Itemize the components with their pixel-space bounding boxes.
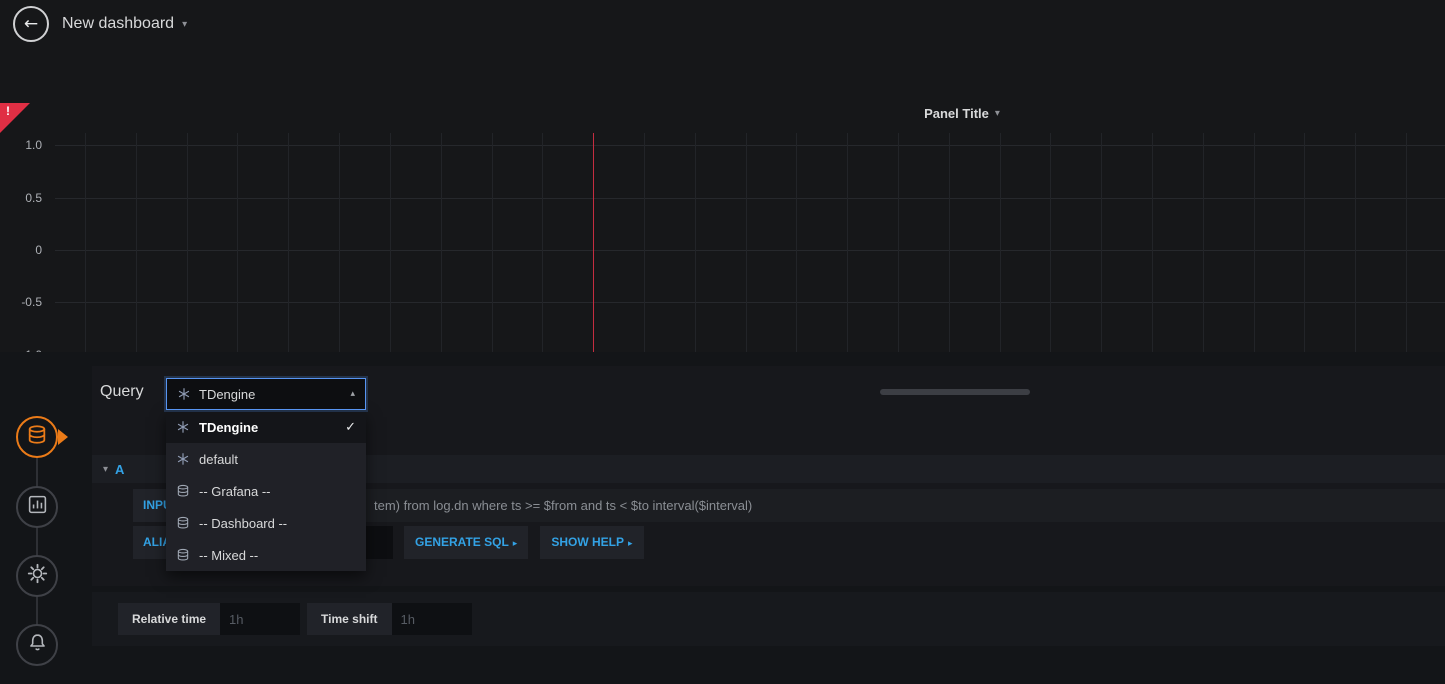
error-exclamation-icon: !: [6, 104, 10, 118]
arrow-left-icon: ←: [24, 14, 38, 34]
database-icon: [176, 548, 190, 562]
grid-line-y: [55, 198, 1445, 199]
query-section-label: Query: [100, 383, 144, 401]
grid-line-x: [644, 133, 645, 355]
show-help-label: SHOW HELP: [551, 535, 624, 549]
top-bar: ← New dashboard ▾: [0, 0, 1445, 48]
database-icon: [26, 424, 48, 451]
grid-line-x: [746, 133, 747, 355]
datasource-option-dashboard[interactable]: -- Dashboard --: [166, 507, 366, 539]
grid-line-x: [1406, 133, 1407, 355]
query-ref-id: A: [115, 462, 124, 477]
tab-queries[interactable]: [16, 416, 58, 458]
y-tick-label: 1.0: [0, 138, 42, 152]
grafana-panel-editor: ← New dashboard ▾ ! Panel Title ▾ 1.0 0.5…: [0, 0, 1445, 684]
panel-error-corner[interactable]: [0, 103, 30, 133]
grid-line-x: [288, 133, 289, 355]
caret-right-icon: ▸: [628, 539, 633, 549]
grid-line-x: [695, 133, 696, 355]
show-help-button[interactable]: SHOW HELP ▸: [540, 526, 643, 559]
database-icon: [176, 484, 190, 498]
datasource-option-tdengine[interactable]: TDengine ✓: [166, 411, 366, 443]
grid-line-y: [55, 145, 1445, 146]
grid-line-x: [237, 133, 238, 355]
chart-icon: [27, 494, 48, 520]
y-tick-label: 0: [0, 243, 42, 257]
grid-line-x: [1355, 133, 1356, 355]
grid-line-x: [1101, 133, 1102, 355]
grid-line-x: [949, 133, 950, 355]
y-tick-label: 0.5: [0, 191, 42, 205]
generate-sql-button[interactable]: GENERATE SQL ▸: [404, 526, 528, 559]
time-shift-label: Time shift: [307, 603, 391, 635]
time-options-row: Relative time Time shift: [92, 592, 1445, 646]
grid-line-x: [187, 133, 188, 355]
datasource-option-label: default: [199, 452, 238, 467]
relative-time-label: Relative time: [118, 603, 220, 635]
grid-line-x: [1050, 133, 1051, 355]
time-marker-line: [593, 133, 594, 355]
grid-line-x: [542, 133, 543, 355]
datasource-option-mixed[interactable]: -- Mixed --: [166, 539, 366, 571]
generate-sql-label: GENERATE SQL: [415, 535, 509, 549]
datasource-option-label: TDengine: [199, 420, 258, 435]
tab-alert[interactable]: [16, 624, 58, 666]
bell-icon: [27, 632, 48, 658]
datasource-option-label: -- Grafana --: [199, 484, 271, 499]
grid-line-x: [492, 133, 493, 355]
panel-title: Panel Title: [924, 106, 989, 121]
gear-icon: [27, 563, 48, 589]
grid-line-x: [441, 133, 442, 355]
tab-rail-line: [36, 437, 38, 645]
datasource-selected-value: TDengine: [199, 387, 255, 402]
datasource-option-label: -- Mixed --: [199, 548, 258, 563]
tdengine-logo-icon: [176, 452, 190, 466]
database-icon: [176, 516, 190, 530]
grid-line-x: [796, 133, 797, 355]
grid-line-x: [1203, 133, 1204, 355]
panel-title-menu[interactable]: Panel Title ▾: [877, 106, 1047, 121]
grid-line-y: [55, 250, 1445, 251]
grid-line-x: [339, 133, 340, 355]
caret-right-icon: ▸: [513, 539, 518, 549]
time-shift-input[interactable]: [392, 603, 472, 635]
sql-query-text[interactable]: tem) from log.dn where ts >= $from and t…: [374, 489, 752, 522]
grid-line-x: [898, 133, 899, 355]
datasource-option-label: -- Dashboard --: [199, 516, 287, 531]
grid-line-x: [390, 133, 391, 355]
caret-down-icon: ▾: [995, 108, 1000, 119]
tab-visualization[interactable]: [16, 486, 58, 528]
check-icon: ✓: [345, 420, 356, 435]
graph-panel: ! Panel Title ▾ 1.00.50-0.5-1.012:4012:5…: [0, 48, 1445, 353]
datasource-option-grafana[interactable]: -- Grafana --: [166, 475, 366, 507]
collapse-caret-icon: ▾: [103, 464, 108, 475]
dashboard-title-dropdown[interactable]: New dashboard ▾: [62, 0, 187, 48]
tdengine-logo-icon: [176, 420, 190, 434]
back-button[interactable]: ←: [13, 6, 49, 42]
grid-line-x: [136, 133, 137, 355]
datasource-menu: TDengine ✓ default -- Grafana --: [166, 411, 366, 571]
active-tab-pointer: [58, 429, 68, 445]
tdengine-logo-icon: [177, 387, 191, 401]
chart-plot[interactable]: 1.00.50-0.5-1.012:4012:5013:0013:1013:20…: [0, 103, 1445, 393]
caret-down-icon: ▾: [182, 19, 187, 30]
grid-line-x: [85, 133, 86, 355]
grid-line-x: [1000, 133, 1001, 355]
datasource-select[interactable]: TDengine ▴: [166, 378, 366, 410]
tab-general[interactable]: [16, 555, 58, 597]
grid-line-x: [1304, 133, 1305, 355]
datasource-option-default[interactable]: default: [166, 443, 366, 475]
grid-line-x: [1254, 133, 1255, 355]
grid-line-x: [847, 133, 848, 355]
relative-time-input[interactable]: [220, 603, 300, 635]
grid-line-y: [55, 302, 1445, 303]
y-tick-label: -0.5: [0, 295, 42, 309]
horizontal-scrollbar[interactable]: [880, 389, 1030, 395]
grid-line-x: [1152, 133, 1153, 355]
caret-up-icon: ▴: [350, 389, 355, 399]
dashboard-title: New dashboard: [62, 15, 174, 33]
